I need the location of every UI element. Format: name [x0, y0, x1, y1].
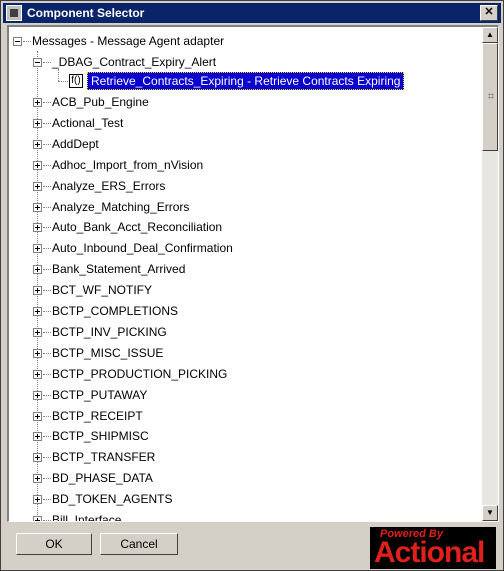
tree-node[interactable]: Analyze_Matching_Errors — [52, 197, 189, 217]
expand-toggle[interactable] — [33, 307, 42, 316]
expand-toggle[interactable] — [33, 160, 42, 170]
scroll-down-button[interactable]: ▼ — [482, 505, 498, 521]
actional-logo: Powered By Actional — [370, 527, 496, 569]
expand-toggle[interactable] — [33, 223, 42, 233]
tree-connector — [43, 122, 51, 124]
expand-toggle[interactable] — [33, 265, 42, 275]
expand-toggle[interactable] — [33, 327, 42, 337]
tree-node-expanded-group[interactable]: _DBAG_Contract_Expiry_Alert — [52, 52, 216, 72]
tree-connector — [43, 185, 51, 187]
expand-toggle[interactable] — [33, 348, 42, 358]
tree-node[interactable]: BCTP_MISC_ISSUE — [52, 343, 163, 363]
close-button[interactable]: ✕ — [480, 5, 498, 21]
tree-node[interactable]: BCTP_INV_PICKING — [52, 322, 167, 342]
tree-node[interactable]: Analyze_ERS_Errors — [52, 176, 165, 196]
grip-icon — [488, 93, 494, 99]
window-title: Component Selector — [27, 6, 145, 20]
scroll-up-button[interactable]: ▲ — [482, 27, 498, 43]
expand-toggle[interactable] — [33, 244, 42, 254]
tree-node[interactable]: BCTP_COMPLETIONS — [52, 301, 178, 321]
expand-toggle[interactable] — [33, 139, 42, 149]
tree-connector — [43, 290, 51, 292]
expand-toggle[interactable] — [33, 474, 42, 484]
tree-node[interactable]: BCT_WF_NOTIFY — [52, 280, 152, 300]
tree-node[interactable]: ACB_Pub_Engine — [52, 92, 149, 112]
tree-node[interactable]: BCTP_TRANSFER — [52, 447, 155, 467]
expand-toggle[interactable] — [33, 432, 42, 442]
tree-connector — [43, 520, 51, 521]
expand-toggle[interactable] — [33, 369, 42, 379]
vertical-scrollbar[interactable]: ▲ ▼ — [482, 27, 498, 521]
tree-connector — [58, 81, 68, 82]
tree-node[interactable]: Bank_Statement_Arrived — [52, 259, 185, 279]
expand-toggle[interactable] — [33, 98, 42, 107]
tree-node[interactable]: BD_PHASE_DATA — [52, 468, 153, 488]
tree-connector — [43, 248, 51, 250]
tree-connector — [43, 164, 51, 166]
tree-node[interactable]: BCTP_RECEIPT — [52, 406, 143, 426]
tree-connector — [58, 69, 59, 81]
tree-root-node[interactable]: Messages - Message Agent adapter — [32, 31, 224, 51]
tree-connector — [43, 457, 51, 459]
ok-button[interactable]: OK — [16, 533, 92, 555]
tree-connector — [43, 102, 51, 103]
component-tree[interactable]: Messages - Message Agent adapter _DBAG_C… — [7, 25, 499, 522]
tree-connector — [43, 436, 51, 438]
tree-connector — [43, 269, 51, 271]
expand-toggle[interactable] — [33, 286, 42, 296]
cancel-button[interactable]: Cancel — [100, 533, 178, 555]
collapse-toggle-group[interactable] — [33, 58, 42, 67]
tree-connector — [43, 499, 51, 501]
tree-node[interactable]: Auto_Inbound_Deal_Confirmation — [52, 238, 233, 258]
scroll-thumb[interactable] — [482, 43, 498, 151]
title-bar[interactable]: Component Selector ✕ — [3, 3, 501, 23]
tree-connector — [23, 41, 31, 42]
expand-toggle[interactable] — [33, 202, 42, 212]
tree-node[interactable]: BCTP_SHIPMISC — [52, 426, 149, 446]
expand-toggle[interactable] — [33, 411, 42, 421]
function-icon: f() — [69, 74, 83, 88]
tree-connector — [43, 373, 51, 375]
tree-leaf-selected[interactable]: Retrieve_Contracts_Expiring - Retrieve C… — [87, 72, 405, 90]
tree-node[interactable]: Bill_Interface — [52, 510, 121, 521]
expand-toggle[interactable] — [33, 516, 42, 521]
logo-brand: Actional — [374, 536, 485, 569]
expand-toggle[interactable] — [33, 453, 42, 463]
expand-toggle[interactable] — [33, 390, 42, 400]
tree-connector — [43, 143, 51, 145]
tree-connector — [43, 62, 51, 63]
tree-node[interactable]: AddDept — [52, 134, 99, 154]
tree-connector — [43, 331, 51, 333]
tree-connector — [43, 206, 51, 208]
tree-node[interactable]: BCTP_PRODUCTION_PICKING — [52, 364, 227, 384]
tree-node[interactable]: BCTP_PUTAWAY — [52, 385, 147, 405]
tree-node[interactable]: Actional_Test — [52, 113, 123, 133]
expand-toggle[interactable] — [33, 495, 42, 505]
tree-connector — [43, 227, 51, 229]
expand-toggle[interactable] — [33, 118, 42, 128]
tree-node[interactable]: BD_TOKEN_AGENTS — [52, 489, 172, 509]
tree-connector — [43, 352, 51, 354]
collapse-toggle-root[interactable] — [13, 37, 22, 46]
tree-connector — [43, 415, 51, 417]
tree-connector — [43, 311, 51, 312]
tree-connector — [43, 478, 51, 480]
tree-node[interactable]: Adhoc_Import_from_nVision — [52, 155, 203, 175]
expand-toggle[interactable] — [33, 181, 42, 191]
app-icon — [6, 5, 22, 21]
tree-node[interactable]: Auto_Bank_Acct_Reconciliation — [52, 217, 222, 237]
tree-connector — [43, 394, 51, 396]
component-selector-window: Component Selector ✕ Messages - Message … — [0, 0, 504, 571]
